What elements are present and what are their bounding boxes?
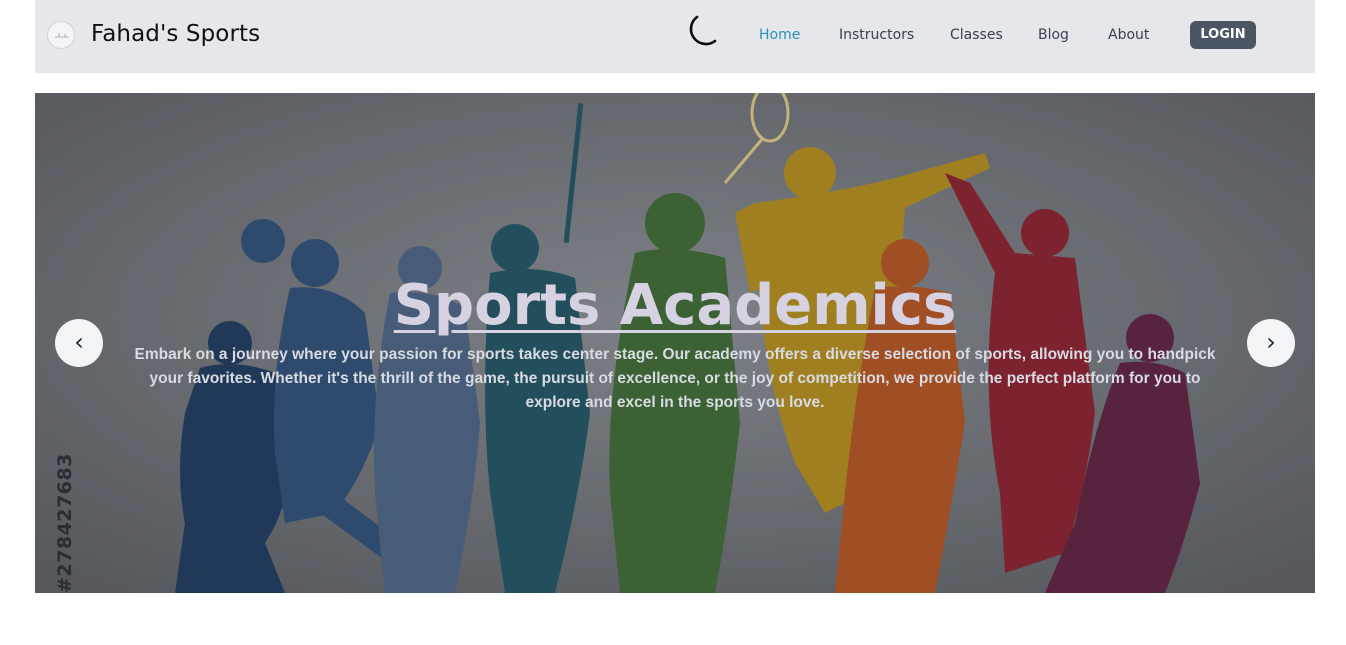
nav-home[interactable]: Home <box>759 27 800 43</box>
login-button[interactable]: LOGIN <box>1190 21 1256 49</box>
logo[interactable] <box>47 21 75 49</box>
stock-watermark-id: #278427683 <box>54 453 76 593</box>
hero-title: Sports Academics <box>393 273 957 338</box>
carousel-prev-button[interactable]: ‹ <box>55 319 103 367</box>
nav-classes[interactable]: Classes <box>950 27 1003 43</box>
hero-carousel: #278427683 Sports Academics Embark on a … <box>35 93 1315 593</box>
navbar: Fahad's Sports Home Instructors Classes … <box>35 0 1315 73</box>
nav-blog[interactable]: Blog <box>1038 27 1069 43</box>
logo-mark-icon <box>55 33 69 38</box>
moon-icon[interactable] <box>680 12 720 52</box>
carousel-next-button[interactable]: › <box>1247 319 1295 367</box>
nav-instructors[interactable]: Instructors <box>839 27 914 43</box>
nav-about[interactable]: About <box>1108 27 1149 43</box>
hero-description: Embark on a journey where your passion f… <box>134 346 1216 411</box>
brand-name[interactable]: Fahad's Sports <box>91 21 260 47</box>
